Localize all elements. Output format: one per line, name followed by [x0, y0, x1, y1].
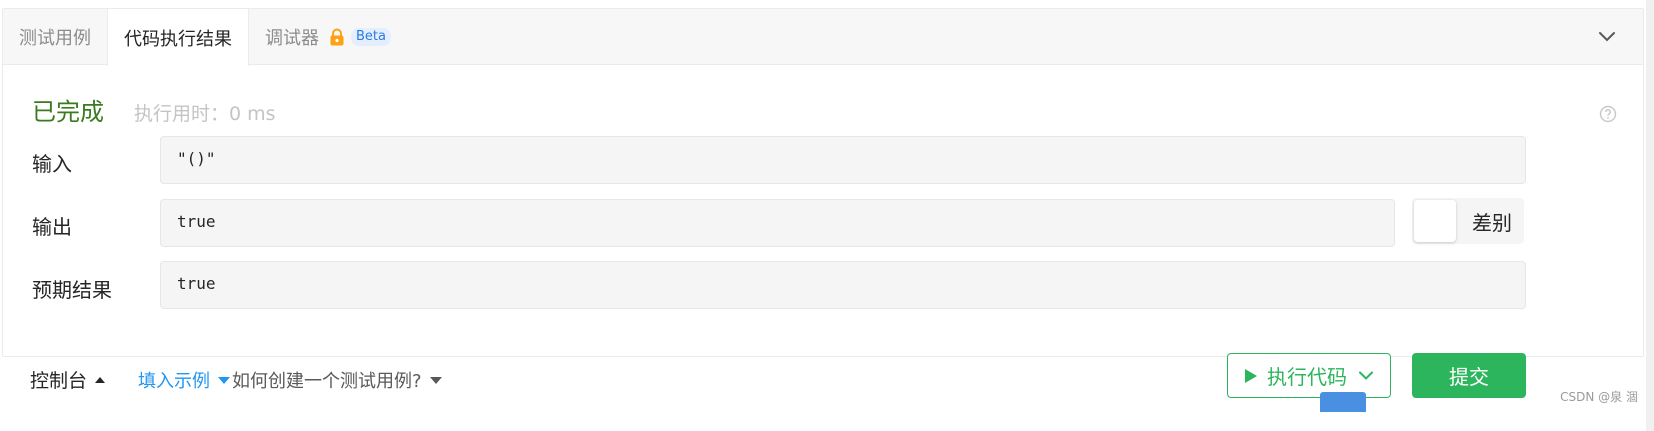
floating-tab-stub[interactable] — [1320, 392, 1366, 412]
chevron-down-icon[interactable] — [1359, 371, 1373, 380]
watermark-text: CSDN @泉 涸 — [1560, 390, 1638, 404]
tab-execution-result-label: 代码执行结果 — [124, 28, 232, 50]
tab-test-cases[interactable]: 测试用例 — [3, 9, 107, 65]
status-row: 已完成 执行用时：0 ms — [32, 92, 276, 127]
caret-down-icon — [429, 376, 442, 384]
run-code-label: 执行代码 — [1267, 365, 1347, 389]
output-field[interactable]: true — [160, 199, 1395, 247]
input-field[interactable]: "()" — [160, 136, 1526, 184]
fill-example-button[interactable]: 填入示例 — [138, 367, 230, 393]
status-text: 已完成 — [32, 98, 104, 126]
diff-switch[interactable] — [1414, 200, 1456, 242]
caret-up-icon — [95, 376, 106, 383]
how-to-label: 如何创建一个测试用例? — [232, 371, 422, 392]
output-label: 输出 — [32, 215, 72, 239]
lock-icon — [330, 28, 344, 46]
output-value: true — [177, 212, 216, 231]
input-value: "()" — [177, 149, 216, 168]
beta-badge: Beta — [351, 28, 391, 46]
submit-label: 提交 — [1449, 365, 1489, 389]
tab-debugger-label: 调试器 — [265, 28, 319, 49]
tab-debugger[interactable]: 调试器 Beta — [249, 9, 407, 65]
tab-execution-result[interactable]: 代码执行结果 — [107, 9, 249, 66]
input-label: 输入 — [32, 152, 72, 176]
diff-label: 差别 — [1472, 210, 1512, 235]
chevron-down-icon[interactable] — [1597, 27, 1617, 47]
caret-down-icon — [218, 376, 230, 384]
run-code-button[interactable]: 执行代码 — [1227, 353, 1391, 398]
bottom-bar: 控制台 填入示例 如何创建一个测试用例? 执行代码 提交 CSDN @泉 涸 — [0, 340, 1654, 431]
console-label: 控制台 — [30, 370, 88, 392]
tab-test-cases-label: 测试用例 — [19, 28, 91, 49]
tab-bar: 测试用例 代码执行结果 调试器 Beta — [3, 9, 1643, 66]
play-icon — [1245, 368, 1257, 383]
how-to-create-test-case-link[interactable]: 如何创建一个测试用例? — [232, 367, 442, 393]
console-button[interactable]: 控制台 — [30, 366, 106, 393]
execution-time: 执行用时：0 ms — [134, 103, 276, 125]
diff-toggle[interactable]: 差别 — [1412, 198, 1524, 244]
expected-field[interactable]: true — [160, 261, 1526, 309]
expected-value: true — [177, 274, 216, 293]
expected-label: 预期结果 — [32, 278, 112, 302]
help-icon[interactable] — [1599, 105, 1617, 123]
fill-example-label: 填入示例 — [138, 371, 210, 392]
submit-button[interactable]: 提交 — [1412, 353, 1526, 398]
